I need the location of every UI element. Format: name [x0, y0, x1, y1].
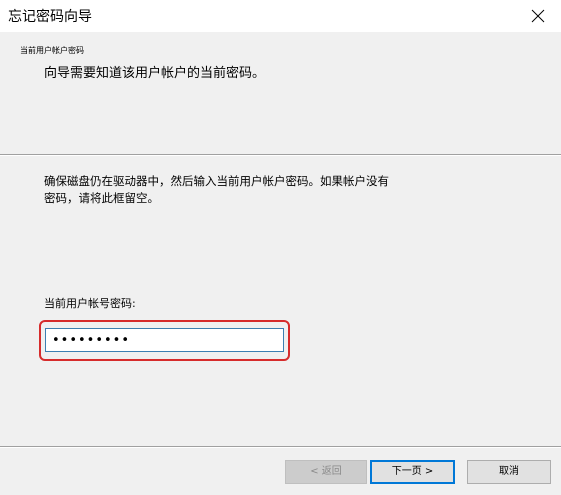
title-bar: 忘记密码向导	[0, 0, 561, 32]
window-title: 忘记密码向导	[8, 9, 92, 25]
footer-divider-highlight	[0, 447, 561, 448]
page-subtitle: 向导需要知道该用户帐户的当前密码。	[44, 66, 266, 81]
header-divider-highlight	[0, 155, 561, 156]
close-button[interactable]	[515, 0, 561, 32]
instructions-text: 确保磁盘仍在驱动器中，然后输入当前用户帐户密码。如果帐户没有 密码，请将此框留空…	[44, 173, 444, 207]
close-icon	[531, 9, 545, 23]
next-button[interactable]: 下一页 >	[370, 460, 455, 484]
back-button[interactable]: < 返回	[285, 460, 367, 484]
instruction-line-2: 密码，请将此框留空。	[44, 191, 159, 205]
wizard-header: 当前用户帐户密码 向导需要知道该用户帐户的当前密码。	[0, 32, 561, 154]
page-title: 当前用户帐户密码	[20, 46, 84, 55]
instruction-line-1: 确保磁盘仍在驱动器中，然后输入当前用户帐户密码。如果帐户没有	[44, 174, 389, 188]
cancel-button[interactable]: 取消	[467, 460, 551, 484]
forgotten-password-wizard: 忘记密码向导 当前用户帐户密码 向导需要知道该用户帐户的当前密码。 确保磁盘仍在…	[0, 0, 561, 495]
current-password-input[interactable]	[45, 328, 284, 352]
password-label: 当前用户帐号密码:	[44, 297, 136, 310]
